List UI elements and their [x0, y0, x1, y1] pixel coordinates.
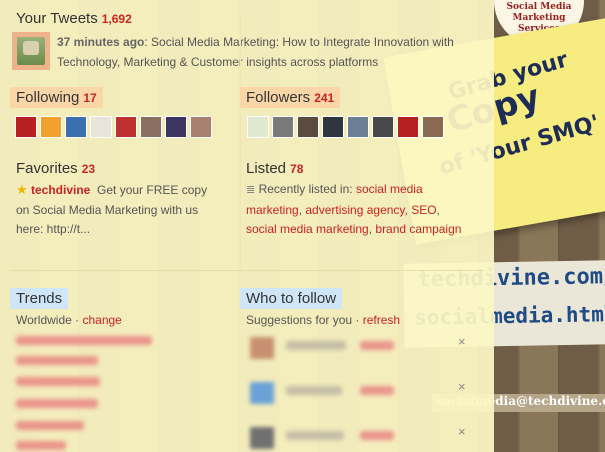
list-link[interactable]: advertising agency: [305, 203, 404, 217]
following-highlight: Following 17: [10, 87, 103, 108]
list-link[interactable]: social media marketing: [246, 222, 369, 236]
trend-item[interactable]: [16, 441, 66, 450]
suggestion-avatar[interactable]: [250, 337, 274, 359]
suggestion-name[interactable]: [286, 341, 346, 350]
listed-count[interactable]: 78: [290, 162, 303, 176]
suggestion-follow[interactable]: [360, 431, 394, 440]
trends-change-link[interactable]: change: [82, 313, 121, 327]
who-to-follow-subtitle: Suggestions for you · refresh: [246, 313, 401, 327]
avatar-image: [17, 37, 45, 65]
close-icon[interactable]: ×: [458, 334, 466, 349]
trend-item[interactable]: [16, 421, 84, 430]
following-avatar[interactable]: [165, 116, 187, 138]
close-icon[interactable]: ×: [458, 379, 466, 394]
trend-item[interactable]: [16, 336, 152, 345]
suggestion-name[interactable]: [286, 431, 344, 440]
avatar[interactable]: [12, 32, 50, 70]
close-icon[interactable]: ×: [458, 424, 466, 439]
following-avatar[interactable]: [190, 116, 212, 138]
favorites-header[interactable]: Favorites 23: [16, 160, 95, 177]
refresh-link[interactable]: refresh: [363, 313, 400, 327]
badge-line-2: Marketing: [512, 13, 566, 23]
follower-avatar[interactable]: [322, 116, 344, 138]
your-tweets-count[interactable]: 1,692: [102, 12, 132, 26]
favorites-count[interactable]: 23: [82, 162, 95, 176]
following-avatar[interactable]: [40, 116, 62, 138]
follower-avatar[interactable]: [422, 116, 444, 138]
follower-avatar[interactable]: [372, 116, 394, 138]
tweet-time[interactable]: 37 minutes ago: [57, 35, 144, 49]
trends-location-label: Worldwide: [16, 313, 72, 327]
your-tweets-header[interactable]: Your Tweets 1,692: [16, 10, 132, 27]
profile-dashboard-panel: Your Tweets 1,692 37 minutes ago: Social …: [0, 0, 494, 452]
trend-item[interactable]: [16, 399, 98, 408]
your-tweets-title[interactable]: Your Tweets: [16, 10, 98, 27]
follower-avatar[interactable]: [347, 116, 369, 138]
suggestion-name[interactable]: [286, 386, 342, 395]
favorites-title[interactable]: Favorites: [16, 160, 78, 177]
following-avatar[interactable]: [65, 116, 87, 138]
suggestion-avatar[interactable]: [250, 427, 274, 449]
suggestion-follow[interactable]: [360, 341, 394, 350]
followers-count[interactable]: 241: [314, 91, 334, 105]
column-divider: [240, 14, 241, 270]
list-link[interactable]: brand campaign: [375, 222, 461, 236]
following-header[interactable]: Following 17: [10, 87, 103, 108]
favorite-user-link[interactable]: techdivine: [31, 183, 90, 197]
star-icon: ★: [16, 182, 28, 197]
list-link[interactable]: SEO: [411, 203, 436, 217]
follower-avatar[interactable]: [272, 116, 294, 138]
who-to-follow-header[interactable]: Who to follow: [240, 288, 343, 309]
follower-avatar[interactable]: [397, 116, 419, 138]
who-to-follow-title[interactable]: Who to follow: [240, 288, 343, 309]
trend-item[interactable]: [16, 356, 98, 365]
followers-header[interactable]: Followers 241: [240, 87, 341, 108]
trends-title[interactable]: Trends: [10, 288, 69, 309]
suggestion-follow[interactable]: [360, 386, 394, 395]
followers-avatars: [247, 116, 444, 138]
listed-header[interactable]: Listed 78: [246, 160, 303, 177]
trend-item[interactable]: [16, 377, 100, 386]
latest-tweet: 37 minutes ago: Social Media Marketing: …: [57, 33, 477, 72]
follower-avatar[interactable]: [247, 116, 269, 138]
following-count[interactable]: 17: [83, 91, 96, 105]
list-icon: ≣: [246, 184, 256, 196]
followers-highlight: Followers 241: [240, 87, 341, 108]
listed-title[interactable]: Listed: [246, 160, 286, 177]
following-avatar[interactable]: [90, 116, 112, 138]
trends-header[interactable]: Trends: [10, 288, 69, 309]
following-avatar[interactable]: [115, 116, 137, 138]
follower-avatar[interactable]: [297, 116, 319, 138]
following-title[interactable]: Following: [16, 89, 79, 106]
trends-location: Worldwide · change: [16, 313, 122, 327]
listed-prefix: Recently listed in:: [258, 182, 353, 196]
recent-lists: ≣ Recently listed in: social media marke…: [246, 182, 462, 236]
following-avatars: [15, 116, 212, 138]
badge-line-1: Social Media: [506, 2, 572, 12]
followers-title[interactable]: Followers: [246, 89, 310, 106]
following-avatar[interactable]: [15, 116, 37, 138]
suggestion-avatar[interactable]: [250, 382, 274, 404]
section-divider: [10, 270, 484, 271]
following-avatar[interactable]: [140, 116, 162, 138]
favorite-tweet: ★ techdivine Get your FREE copy on Socia…: [16, 180, 211, 240]
suggestions-label: Suggestions for you: [246, 313, 353, 327]
